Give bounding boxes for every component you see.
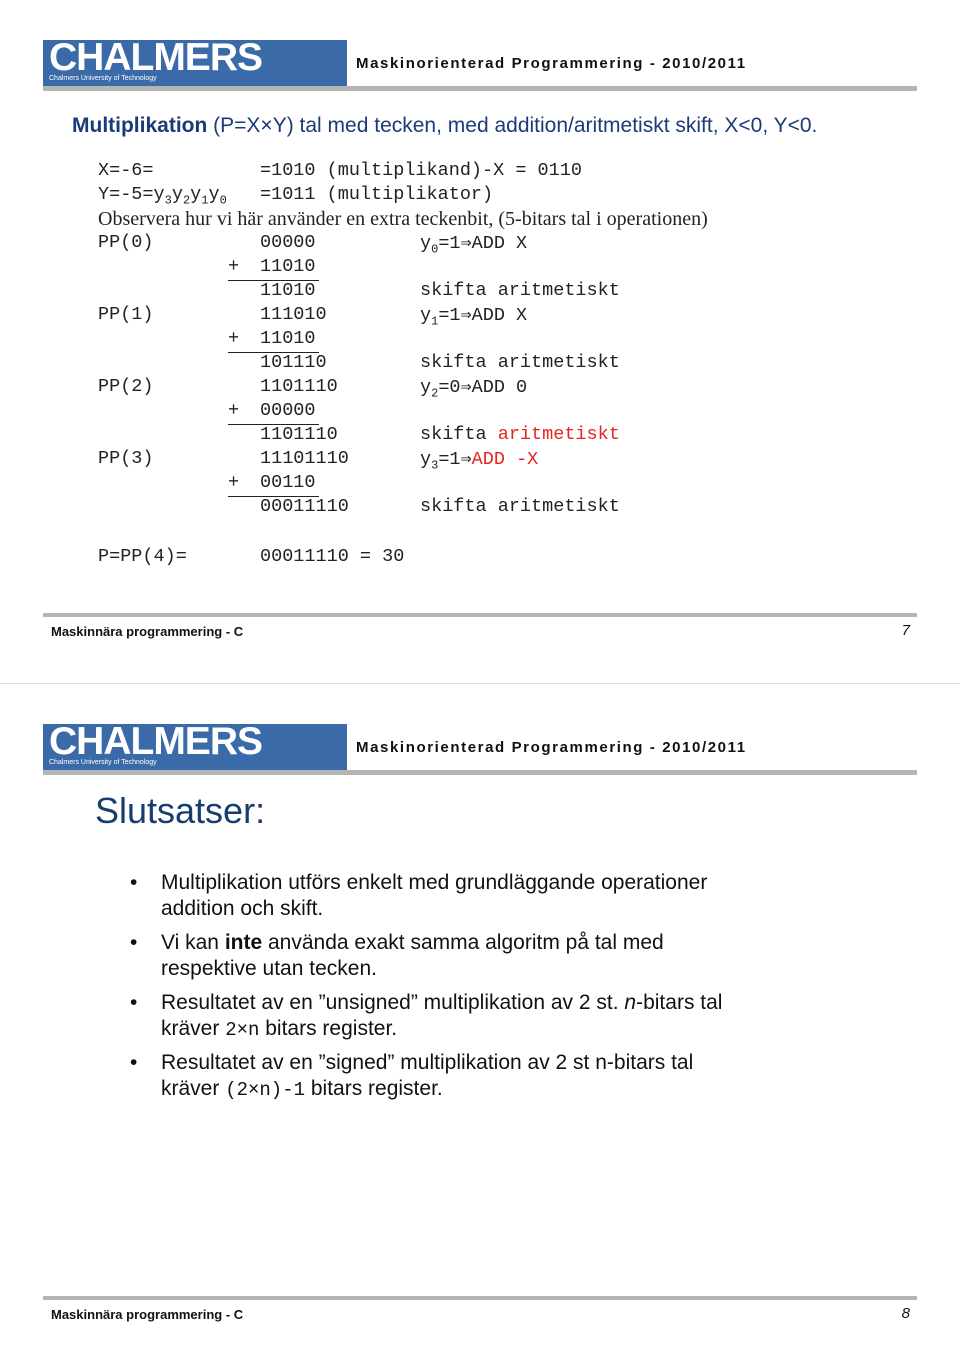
text-part: y: [171, 184, 183, 205]
row-comment: y3=1⇒ADD -X: [420, 448, 538, 473]
slide-title: Slutsatser:: [95, 790, 266, 831]
bullet-item: Multiplikation utförs enkelt med grundlä…: [161, 870, 751, 922]
row-value: 00011110: [260, 496, 349, 517]
row-comment: y2=0⇒ADD 0: [420, 376, 527, 401]
page-number: 8: [901, 1305, 910, 1322]
plus-sign: +: [228, 472, 240, 493]
page-number: 7: [901, 622, 910, 639]
row-comment: skifta aritmetiskt: [420, 424, 620, 445]
text-part: 2×n: [225, 1019, 260, 1041]
bullet-icon: •: [130, 871, 138, 894]
row-value: 1101110: [260, 424, 338, 445]
slide-7: CHALMERS Chalmers University of Technolog…: [0, 0, 960, 684]
row-value: 00110: [260, 472, 316, 493]
course-header: Maskinorienterad Programmering - 2010/20…: [356, 739, 747, 756]
header-divider: [43, 86, 917, 91]
text-part: skifta: [420, 424, 498, 445]
text-part: bitars register.: [305, 1077, 443, 1100]
text-part: =1⇒ADD X: [438, 233, 528, 254]
row-label: PP(0): [98, 232, 154, 253]
highlight-text: ADD -X: [471, 449, 539, 470]
slide-8: CHALMERS Chalmers University of Technolog…: [0, 684, 960, 1367]
text-part: Resultatet av en ”unsigned” multiplikati…: [161, 991, 625, 1014]
x-value: =1010 (multiplikand)-X = 0110: [260, 160, 582, 181]
y-value: =1011 (multiplikator): [260, 184, 494, 205]
note: Observera hur vi här använder en extra t…: [98, 208, 708, 230]
row-comment: y0=1⇒ADD X: [420, 232, 527, 257]
highlight-text: aritmetiskt: [497, 424, 620, 445]
row-value: 1101110: [260, 376, 338, 397]
text-part: bitars register.: [259, 1017, 398, 1040]
row-value: 00000: [260, 400, 316, 421]
row-value: 111010: [260, 304, 327, 325]
row-value: 11010: [260, 280, 316, 301]
text-part: Y=-5=y: [98, 184, 165, 205]
bullet-icon: •: [130, 991, 138, 1014]
footer-divider: [43, 613, 917, 617]
course-header: Maskinorienterad Programmering - 2010/20…: [356, 55, 747, 72]
plus-sign: +: [228, 400, 240, 421]
result-label: P=PP(4)=: [98, 546, 187, 567]
text-part: =0⇒ADD 0: [438, 377, 528, 398]
row-value: 11010: [260, 328, 316, 349]
text-part: y: [190, 184, 202, 205]
text-part: skifta aritmetiskt: [420, 280, 620, 301]
bullet-icon: •: [130, 931, 138, 954]
x-label: X=-6=: [98, 160, 154, 181]
text-part: skifta aritmetiskt: [420, 496, 620, 517]
plus-sign: +: [228, 256, 240, 277]
text-part: y: [420, 449, 432, 470]
text-part: Vi kan: [161, 931, 225, 954]
footer-divider: [43, 1296, 917, 1300]
text-part: y: [420, 233, 432, 254]
text-part: 3: [164, 193, 172, 208]
text-part: Multiplikation utförs enkelt med grundlä…: [161, 871, 708, 920]
text-part: (2×n)-1: [225, 1079, 306, 1101]
plus-sign: +: [228, 328, 240, 349]
text-part: skifta aritmetiskt: [420, 352, 620, 373]
text-part: =1⇒ADD X: [438, 305, 528, 326]
header-divider: [43, 770, 917, 775]
footer-text: Maskinnära programmering - C: [51, 1307, 244, 1322]
row-label: PP(2): [98, 376, 154, 397]
bullet-item: Resultatet av en ”signed” multiplikation…: [161, 1050, 741, 1103]
row-comment: skifta aritmetiskt: [420, 496, 620, 517]
row-value: 101110: [260, 352, 327, 373]
text-part: inte: [224, 931, 263, 954]
chalmers-logo: CHALMERS Chalmers University of Technolog…: [43, 720, 347, 770]
slide-title: Multiplikation (P=X×Y) tal med tecken, m…: [72, 114, 818, 137]
bullet-item: Vi kan inte använda exakt samma algoritm…: [161, 930, 751, 982]
row-comment: y1=1⇒ADD X: [420, 304, 527, 329]
row-comment: skifta aritmetiskt: [420, 352, 620, 373]
text-part: y: [420, 377, 432, 398]
row-value: 11101110: [260, 448, 349, 469]
row-value: 11010: [260, 256, 316, 277]
bullet-icon: •: [130, 1051, 138, 1074]
y-label: Y=-5=y3y2y1y0: [98, 184, 227, 208]
text-part: y: [420, 305, 432, 326]
text-part: n: [624, 991, 637, 1014]
row-label: PP(3): [98, 448, 154, 469]
footer-text: Maskinnära programmering - C: [51, 624, 244, 639]
bullet-item: Resultatet av en ”unsigned” multiplikati…: [161, 990, 736, 1043]
result-value: 00011110 = 30: [260, 546, 405, 567]
text-part: 0: [219, 193, 227, 208]
text-part: =1⇒: [438, 449, 472, 470]
chalmers-logo: CHALMERS Chalmers University of Technolog…: [43, 36, 347, 86]
row-comment: skifta aritmetiskt: [420, 280, 620, 301]
text-part: y: [208, 184, 220, 205]
row-value: 00000: [260, 232, 316, 253]
row-label: PP(1): [98, 304, 154, 325]
